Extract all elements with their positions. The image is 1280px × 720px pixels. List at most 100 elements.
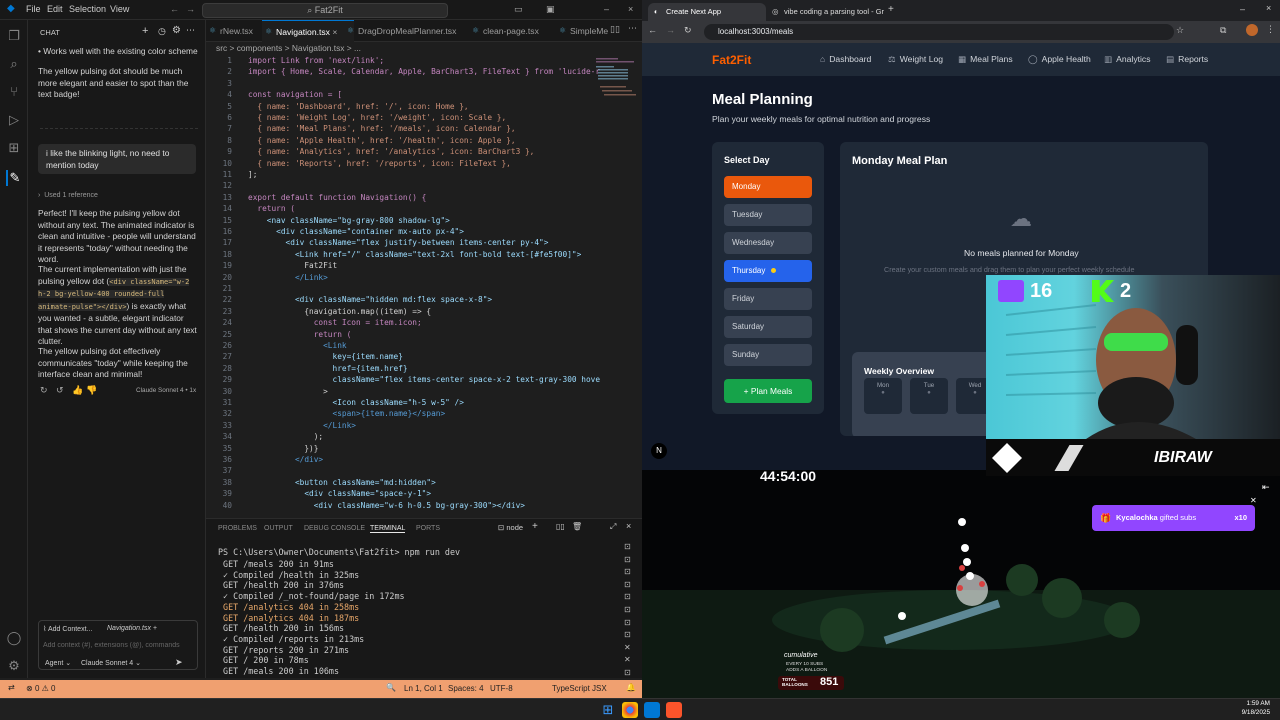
- retry-icon[interactable]: ↻: [40, 385, 48, 396]
- day-saturday[interactable]: Saturday: [724, 316, 812, 338]
- tab-simpleme[interactable]: ⚛ SimpleMe: [556, 20, 610, 42]
- code-line[interactable]: <div className="space-y-1">: [248, 489, 431, 498]
- code-line[interactable]: </Link>: [248, 421, 356, 430]
- code-line[interactable]: })}: [248, 444, 318, 453]
- undo-icon[interactable]: ↺: [56, 385, 64, 396]
- code-line[interactable]: </Link>: [248, 273, 328, 282]
- browser-menu-icon[interactable]: ⋮: [1266, 24, 1275, 35]
- mode-select[interactable]: Agent ⌄: [45, 659, 71, 667]
- chat-settings-icon[interactable]: ⚙: [172, 25, 181, 36]
- code-line[interactable]: <button className="md:hidden">: [248, 478, 436, 487]
- day-friday[interactable]: Friday: [724, 288, 812, 310]
- nav-reports[interactable]: ▤ Reports: [1166, 54, 1208, 65]
- day-wednesday[interactable]: Wednesday: [724, 232, 812, 254]
- code-line[interactable]: { name: 'Analytics', href: '/analytics',…: [248, 147, 534, 156]
- close-tab-icon[interactable]: ×: [332, 27, 337, 37]
- code-line[interactable]: { name: 'Dashboard', href: '/', icon: Ho…: [248, 102, 468, 111]
- tab-debug-console[interactable]: DEBUG CONSOLE: [304, 525, 365, 532]
- nextjs-dev-badge[interactable]: N: [651, 443, 667, 459]
- code-line[interactable]: { name: 'Apple Health', href: '/health',…: [248, 136, 515, 145]
- code-line[interactable]: <Link: [248, 341, 346, 350]
- code-line[interactable]: <nav className="bg-gray-800 shadow-lg">: [248, 216, 450, 225]
- tab-dragdropmealplanner[interactable]: ⚛ DragDropMealPlanner.tsx: [344, 20, 474, 42]
- browser-tab-next-app[interactable]: ◐ Create Next App: [648, 3, 766, 21]
- forward-arrow-icon[interactable]: →: [186, 4, 195, 14]
- browser-forward-icon[interactable]: →: [666, 25, 675, 35]
- menu-view[interactable]: View: [110, 4, 129, 14]
- tab-problems[interactable]: PROBLEMS: [218, 525, 257, 532]
- new-terminal-icon[interactable]: +: [532, 521, 538, 532]
- code-line[interactable]: Fat2Fit: [248, 261, 337, 270]
- code-line[interactable]: <div className="flex justify-between ite…: [248, 238, 549, 247]
- clock-date[interactable]: 9/18/2025: [1224, 709, 1270, 716]
- tab-output[interactable]: OUTPUT: [264, 525, 293, 532]
- close-panel-icon[interactable]: ×: [626, 521, 631, 531]
- new-tab-icon[interactable]: +: [888, 4, 894, 15]
- code-editor[interactable]: 1 import Link from 'next/link'; 2 import { …: [206, 54, 636, 516]
- menu-edit[interactable]: Edit: [47, 4, 63, 14]
- thumbs-down-icon[interactable]: 👎: [86, 385, 97, 396]
- address-bar[interactable]: localhost:3003/meals: [704, 24, 1174, 40]
- extensions-puzzle-icon[interactable]: ⧉: [1220, 25, 1226, 36]
- encoding[interactable]: UTF-8: [490, 684, 513, 693]
- code-line[interactable]: import { Home, Scale, Calendar, Apple, B…: [248, 67, 600, 76]
- clock-time[interactable]: 1:59 AM: [1224, 700, 1270, 707]
- run-debug-icon[interactable]: ▷: [6, 112, 22, 128]
- language-mode[interactable]: TypeScript JSX: [552, 684, 607, 693]
- reload-icon[interactable]: ↻: [684, 25, 692, 36]
- code-line[interactable]: const navigation = [: [248, 90, 342, 99]
- code-line[interactable]: const Icon = item.icon;: [248, 318, 422, 327]
- nav-weight-log[interactable]: ⚖ Weight Log: [888, 54, 943, 65]
- windows-start-icon[interactable]: ⊞: [600, 702, 616, 718]
- problems-status[interactable]: ⊗ 0 ⚠ 0: [26, 684, 55, 693]
- code-line[interactable]: return (: [248, 204, 295, 213]
- add-context-button[interactable]: ⌇ Add Context...: [43, 625, 92, 633]
- code-line[interactable]: <span>{item.name}</span>: [248, 409, 445, 418]
- day-thursday[interactable]: Thursday: [724, 260, 812, 282]
- source-control-icon[interactable]: ⑂: [6, 84, 22, 100]
- code-line[interactable]: return (: [248, 330, 352, 339]
- extensions-icon[interactable]: ⊞: [6, 140, 22, 156]
- chrome-icon[interactable]: [622, 702, 638, 718]
- tab-terminal[interactable]: TERMINAL: [370, 525, 406, 533]
- code-line[interactable]: <div className="w-6 h-0.5 bg-gray-300"><…: [248, 501, 525, 510]
- cursor-position[interactable]: Ln 1, Col 1: [404, 684, 443, 693]
- more-icon[interactable]: ⋯: [186, 25, 195, 36]
- code-line[interactable]: </div>: [248, 455, 323, 464]
- app-brand-link[interactable]: Fat2Fit: [712, 53, 751, 67]
- vscode-taskbar-icon[interactable]: [644, 702, 660, 718]
- week-day-mon[interactable]: Mon ●: [864, 378, 902, 414]
- tab-ports[interactable]: PORTS: [416, 525, 440, 532]
- split-terminal-icon[interactable]: ▯▯: [556, 522, 565, 531]
- brave-icon[interactable]: [666, 702, 682, 718]
- code-line[interactable]: <div className="container mx-auto px-4">: [248, 227, 464, 236]
- chat-input-box[interactable]: ⌇ Add Context... Navigation.tsx + Add co…: [38, 620, 198, 670]
- tab-clean-page[interactable]: ⚛ clean-page.tsx: [469, 20, 555, 42]
- code-line[interactable]: href={item.href}: [248, 364, 407, 373]
- tab-rnew[interactable]: ⚛ rNew.tsx: [206, 20, 268, 42]
- terminal-instance-icons[interactable]: ⊡ ⊡ ⊡ ⊡ ⊡ ⊡ ⊡ ⊡ ✕ ✕ ⊡: [624, 541, 636, 680]
- code-line[interactable]: { name: 'Meal Plans', href: '/meals', ic…: [248, 124, 515, 133]
- code-line[interactable]: );: [248, 432, 323, 441]
- code-line[interactable]: <Link href="/" className="text-2xl font-…: [248, 250, 581, 259]
- code-line[interactable]: <div className="hidden md:flex space-x-8…: [248, 295, 492, 304]
- tab-navigation[interactable]: ⚛ Navigation.tsx ×: [262, 20, 354, 42]
- nav-dashboard[interactable]: ⌂ Dashboard: [820, 54, 871, 64]
- browser-minimize-icon[interactable]: –: [1240, 4, 1245, 14]
- command-center-search[interactable]: ⌕ Fat2Fit: [202, 3, 448, 18]
- breadcrumb[interactable]: src > components > Navigation.tsx > ...: [206, 42, 642, 54]
- notifications-icon[interactable]: 🔔: [626, 683, 636, 692]
- editor-more-icon[interactable]: ⋯: [628, 23, 637, 34]
- indentation[interactable]: Spaces: 4: [448, 684, 484, 693]
- nav-analytics[interactable]: ▥ Analytics: [1104, 54, 1151, 65]
- code-line[interactable]: {navigation.map((item) => {: [248, 307, 431, 316]
- code-line[interactable]: ];: [248, 170, 257, 179]
- browser-tab-grok[interactable]: ◎ vibe coding a parsing tool - Gr: [766, 3, 890, 21]
- maximize-panel-icon[interactable]: ⤢: [610, 522, 616, 532]
- history-icon[interactable]: ◷: [158, 26, 166, 37]
- menu-file[interactable]: File: [26, 4, 41, 14]
- day-sunday[interactable]: Sunday: [724, 344, 812, 366]
- menu-selection[interactable]: Selection: [69, 4, 106, 14]
- day-monday[interactable]: Monday: [724, 176, 812, 198]
- layout-icon[interactable]: ▭: [514, 4, 523, 15]
